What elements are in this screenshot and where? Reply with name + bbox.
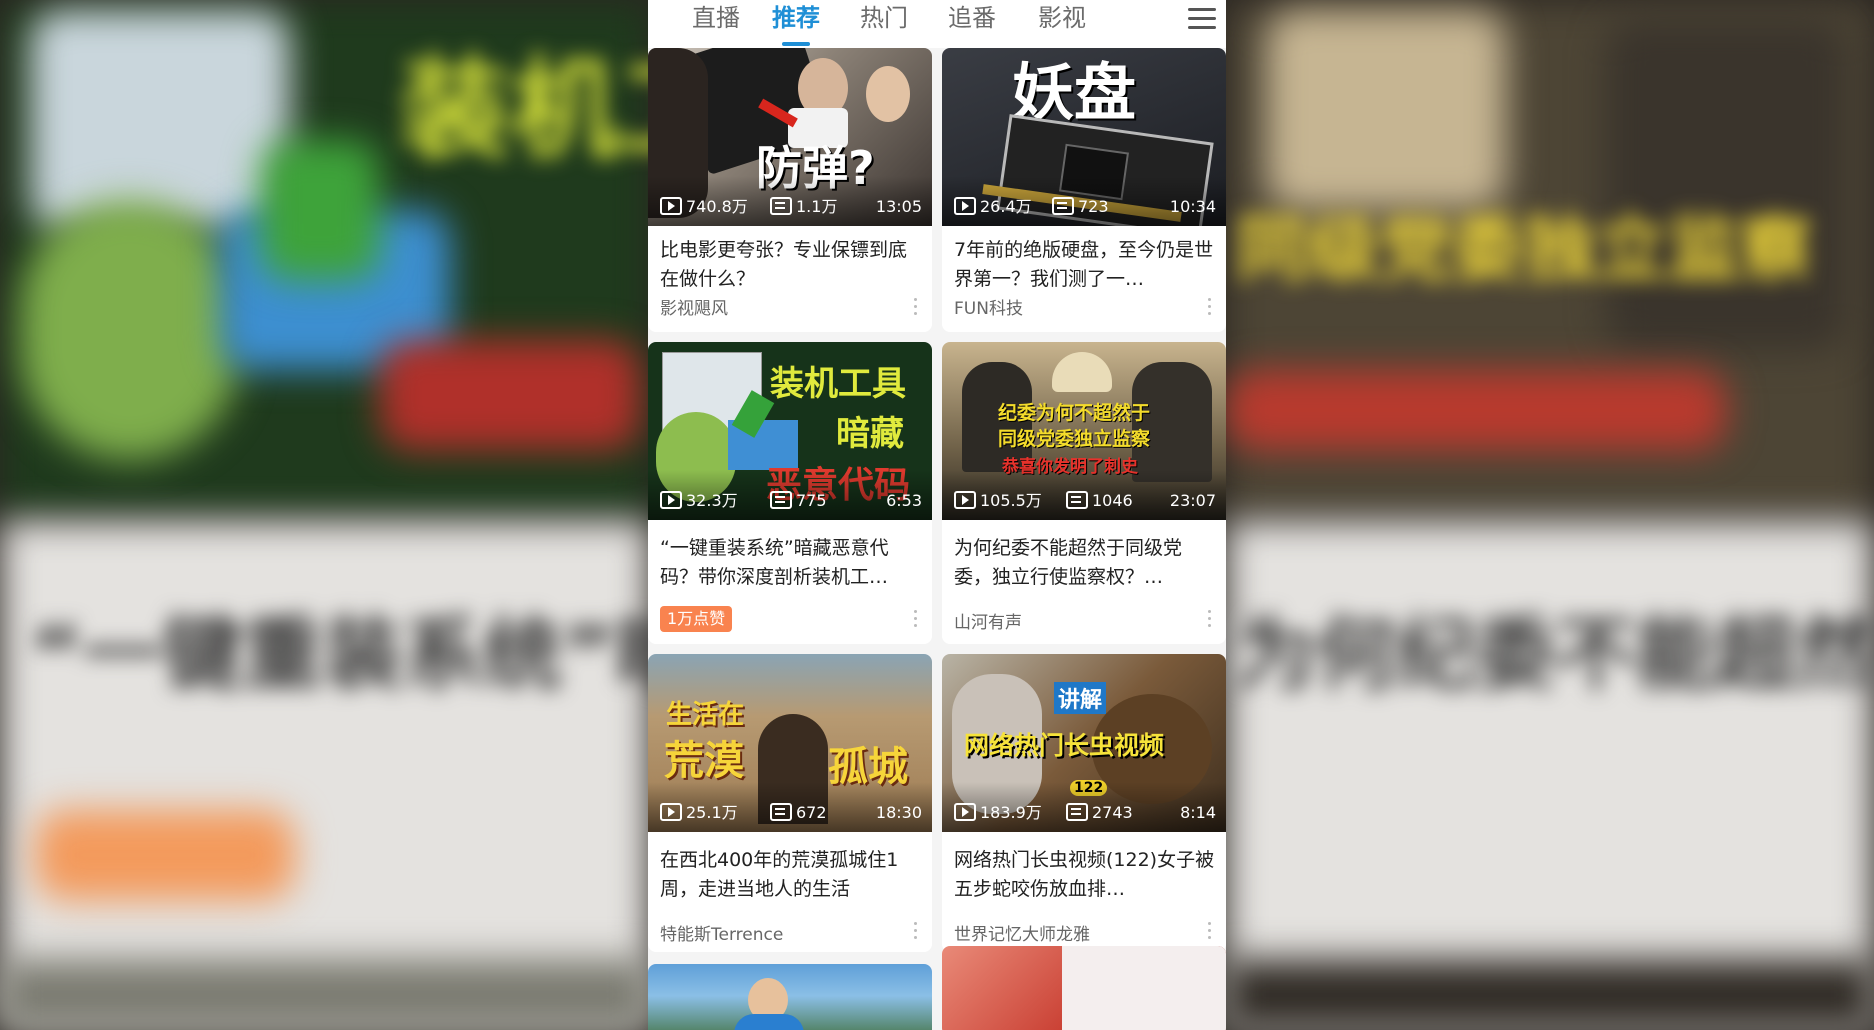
phone-screen: 直播 推荐 热门 追番 影视 防弹? 740.8万 1.1万 13:05 比电影…: [648, 0, 1226, 1030]
video-title[interactable]: 网络热门长虫视频(122)女子被五步蛇咬伤放血排…: [954, 846, 1216, 904]
thumbnail-caption-line1: 讲解: [1054, 682, 1107, 714]
author-name[interactable]: 特能斯Terrence: [660, 920, 783, 945]
play-count-icon: [954, 491, 976, 509]
author-name[interactable]: 山河有声: [954, 608, 1022, 633]
video-thumbnail[interactable]: 纪委为何不超然于 同级党委独立监察 恭喜你发明了刺史 105.5万 1046 2…: [942, 342, 1226, 520]
blurred-thumb-text-right: 同级党委独立监察: [1236, 207, 1813, 291]
danmaku-icon: [1066, 491, 1088, 509]
view-count: 25.1万: [686, 803, 738, 822]
video-card[interactable]: 讲解 网络热门长虫视频 122 183.9万 2743 8:14 网络热门长虫视…: [942, 654, 1226, 952]
video-card[interactable]: 防弹? 740.8万 1.1万 13:05 比电影更夸张？专业保镖到底在做什么？…: [648, 48, 932, 332]
video-title[interactable]: “一键重装系统”暗藏恶意代码？带你深度剖析装机工…: [660, 534, 922, 592]
video-stats: 105.5万 1046 23:07: [954, 490, 1216, 512]
danmaku-count: 775: [796, 491, 827, 510]
more-options-icon[interactable]: [1208, 610, 1212, 628]
video-thumbnail[interactable]: [648, 964, 932, 1030]
danmaku-icon: [770, 197, 792, 215]
thumbnail-caption-line2: 同级党委独立监察: [998, 428, 1151, 450]
video-card[interactable]: 生活在 荒漠 孤城 25.1万 672 18:30 在西北400年的荒漠孤城住1…: [648, 654, 932, 952]
danmaku-icon: [770, 803, 792, 821]
top-nav-bar: 直播 推荐 热门 追番 影视: [648, 0, 1226, 48]
video-thumbnail[interactable]: 生活在 荒漠 孤城 25.1万 672 18:30: [648, 654, 932, 832]
danmaku-icon: [1066, 803, 1088, 821]
tab-hot[interactable]: 热门: [854, 2, 914, 42]
tab-recommend[interactable]: 推荐: [766, 2, 826, 46]
danmaku-count: 1046: [1092, 491, 1133, 510]
play-count-icon: [660, 197, 682, 215]
video-title[interactable]: 比电影更夸张？专业保镖到底在做什么？: [660, 236, 922, 294]
view-count: 26.4万: [980, 197, 1032, 216]
blurred-backdrop-right: 同级党委独立监察 为何纪委不能超然于同级党委，独立行使监察权？…: [1226, 0, 1874, 1030]
video-stats: 32.3万 775 6:53: [660, 490, 922, 512]
video-card[interactable]: 纪委为何不超然于 同级党委独立监察 恭喜你发明了刺史 105.5万 1046 2…: [942, 342, 1226, 644]
thumbnail-caption-line2: 荒漠: [664, 738, 744, 784]
more-options-icon[interactable]: [914, 922, 918, 940]
video-title[interactable]: 7年前的绝版硬盘，至今仍是世界第一？我们测了一…: [954, 236, 1216, 294]
danmaku-count: 1.1万: [796, 197, 838, 216]
video-stats: 740.8万 1.1万 13:05: [660, 196, 922, 218]
author-name[interactable]: 世界记忆大师龙雅: [954, 920, 1090, 945]
author-name[interactable]: FUN科技: [954, 294, 1023, 319]
duration: 23:07: [1169, 491, 1216, 510]
video-thumbnail[interactable]: [942, 946, 1226, 1030]
danmaku-icon: [770, 491, 792, 509]
tab-anime[interactable]: 追番: [942, 2, 1002, 42]
play-count-icon: [660, 803, 682, 821]
video-stats: 183.9万 2743 8:14: [954, 802, 1216, 824]
danmaku-count: 672: [796, 803, 827, 822]
duration: 10:34: [1169, 197, 1216, 216]
author-name[interactable]: 影视飓风: [660, 294, 728, 319]
video-title[interactable]: 为何纪委不能超然于同级党委，独立行使监察权？…: [954, 534, 1216, 592]
likes-badge: 1万点赞: [660, 606, 733, 632]
blurred-backdrop-left: 装机工具 “一键重装系统”暗藏恶意代码？带你深度剖析装机工…: [0, 0, 1874, 1030]
video-stats: 25.1万 672 18:30: [660, 802, 922, 824]
menu-icon[interactable]: [1188, 8, 1216, 34]
video-card-partial[interactable]: [942, 946, 1226, 1030]
tab-live[interactable]: 直播: [686, 2, 746, 42]
video-card-partial[interactable]: [648, 964, 932, 1030]
duration: 8:14: [1180, 803, 1216, 822]
video-thumbnail[interactable]: 装机工具 暗藏 恶意代码 32.3万 775 6:53: [648, 342, 932, 520]
duration: 18:30: [875, 803, 922, 822]
danmaku-count: 2743: [1092, 803, 1133, 822]
more-options-icon[interactable]: [914, 610, 918, 628]
duration: 13:05: [875, 197, 922, 216]
more-options-icon[interactable]: [1208, 298, 1212, 316]
video-thumbnail[interactable]: 防弹? 740.8万 1.1万 13:05: [648, 48, 932, 226]
view-count: 32.3万: [686, 491, 738, 510]
more-options-icon[interactable]: [1208, 922, 1212, 940]
thumbnail-caption-line2: 网络热门长虫视频: [964, 731, 1165, 760]
view-count: 740.8万: [686, 197, 748, 216]
video-thumbnail[interactable]: 讲解 网络热门长虫视频 122 183.9万 2743 8:14: [942, 654, 1226, 832]
video-title[interactable]: 在西北400年的荒漠孤城住1周，走进当地人的生活: [660, 846, 922, 904]
thumbnail-caption-line1: 生活在: [666, 700, 745, 730]
thumbnail-caption-line1: 纪委为何不超然于: [998, 402, 1151, 424]
blurred-title-right: 为何纪委不能超然于同级党委，独立行使监察权？…: [1236, 608, 1874, 701]
danmaku-icon: [1052, 197, 1074, 215]
more-options-icon[interactable]: [914, 298, 918, 316]
danmaku-count: 723: [1078, 197, 1109, 216]
thumbnail-caption-line1: 装机工具: [770, 364, 906, 404]
video-card[interactable]: 装机工具 暗藏 恶意代码 32.3万 775 6:53 “一键重装系统”暗藏恶意…: [648, 342, 932, 644]
play-count-icon: [954, 197, 976, 215]
thumbnail-caption-line2: 暗藏: [836, 414, 904, 454]
play-count-icon: [660, 491, 682, 509]
view-count: 183.9万: [980, 803, 1042, 822]
video-card[interactable]: 妖盘 26.4万 723 10:34 7年前的绝版硬盘，至今仍是世界第一？我们测…: [942, 48, 1226, 332]
tab-movies[interactable]: 影视: [1032, 2, 1092, 42]
video-thumbnail[interactable]: 妖盘 26.4万 723 10:34: [942, 48, 1226, 226]
play-count-icon: [954, 803, 976, 821]
video-stats: 26.4万 723 10:34: [954, 196, 1216, 218]
duration: 6:53: [886, 491, 922, 510]
view-count: 105.5万: [980, 491, 1042, 510]
